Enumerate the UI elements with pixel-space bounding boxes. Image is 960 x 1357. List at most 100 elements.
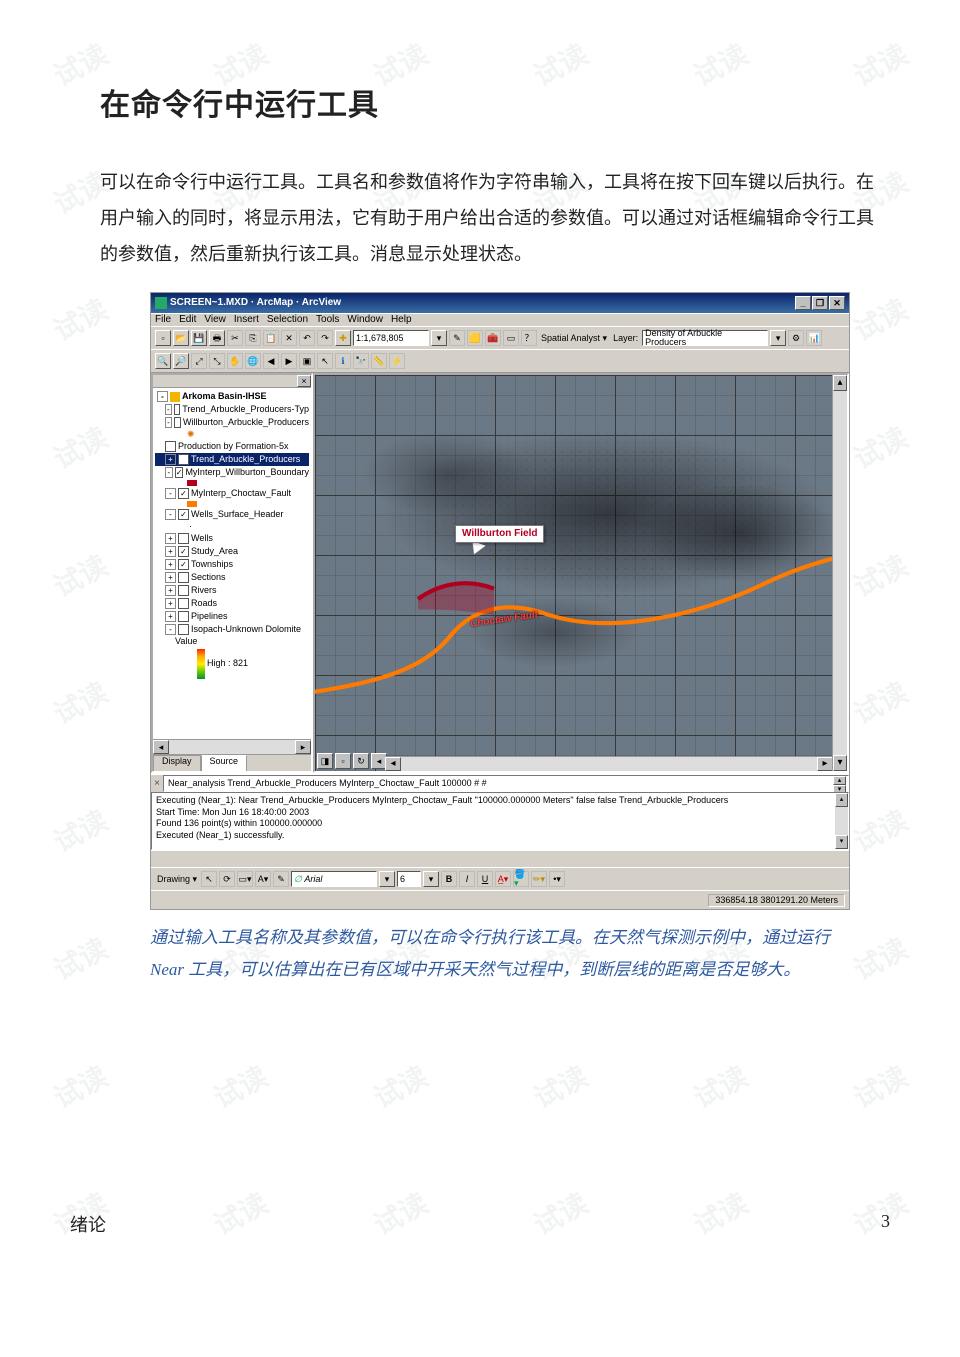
line-color-icon[interactable]: ✏▾ xyxy=(531,871,547,887)
measure-icon[interactable]: 📏 xyxy=(371,353,387,369)
menu-window[interactable]: Window xyxy=(347,315,383,325)
toc-layer-item[interactable] xyxy=(155,479,309,487)
underline-icon[interactable]: U xyxy=(477,871,493,887)
toc-layer-item[interactable]: -✓MyInterp_Choctaw_Fault xyxy=(155,487,309,500)
spatial-analyst-menu[interactable]: Spatial Analyst ▾ xyxy=(539,334,609,343)
scroll-right-icon[interactable]: ▸ xyxy=(295,740,311,754)
toc-layer-item[interactable]: Value xyxy=(155,636,309,647)
minimize-button[interactable]: _ xyxy=(795,296,811,310)
select-elements-icon[interactable]: ↖ xyxy=(201,871,217,887)
layer-checkbox[interactable]: ✓ xyxy=(178,546,189,557)
toc-layer-item[interactable]: High : 821 xyxy=(155,647,309,680)
menu-tools[interactable]: Tools xyxy=(316,315,339,325)
minus-icon[interactable]: - xyxy=(165,624,176,635)
plus-icon[interactable]: + xyxy=(165,572,176,583)
toc-layer-item[interactable]: +Trend_Arbuckle_Producers xyxy=(155,453,309,466)
close-button[interactable]: ✕ xyxy=(829,296,845,310)
map-hscroll[interactable]: ◂ ▸ xyxy=(385,756,833,771)
font-field[interactable]: ∅ Arial xyxy=(291,871,377,887)
map-vscroll[interactable]: ▴ ▾ xyxy=(832,375,847,771)
copy-icon[interactable]: ⎘ xyxy=(245,330,261,346)
scroll-down-icon[interactable]: ▾ xyxy=(833,755,847,771)
log-vscroll[interactable]: ▴▾ xyxy=(835,793,848,849)
scroll-left-icon[interactable]: ◂ xyxy=(385,757,401,771)
arccatalog-icon[interactable]: 🟨 xyxy=(467,330,483,346)
fixed-zoom-out-icon[interactable]: ⤡ xyxy=(209,353,225,369)
cut-icon[interactable]: ✂ xyxy=(227,330,243,346)
layer-checkbox[interactable]: ✓ xyxy=(178,559,189,570)
toc-layer-item[interactable]: -Trend_Arbuckle_Producers-Typ xyxy=(155,403,309,416)
layer-checkbox[interactable]: ✓ xyxy=(178,488,189,499)
minus-icon[interactable]: - xyxy=(165,404,172,415)
minus-icon[interactable]: - xyxy=(165,509,176,520)
save-icon[interactable]: 💾 xyxy=(191,330,207,346)
arctoolbox-icon[interactable]: 🧰 xyxy=(485,330,501,346)
scale-dropdown-icon[interactable]: ▾ xyxy=(431,330,447,346)
command-line-input[interactable]: Near_analysis Trend_Arbuckle_Producers M… xyxy=(163,775,849,792)
cmdline-icon[interactable]: ▭ xyxy=(503,330,519,346)
layer-checkbox[interactable]: ✓ xyxy=(178,509,189,520)
full-extent-icon[interactable]: 🌐 xyxy=(245,353,261,369)
shape-menu-icon[interactable]: ▭▾ xyxy=(237,871,253,887)
marker-color-icon[interactable]: •▾ xyxy=(549,871,565,887)
sa-options-icon[interactable]: ⚙ xyxy=(788,330,804,346)
toc-hscroll[interactable]: ◂ ▸ xyxy=(153,739,311,754)
plus-icon[interactable]: + xyxy=(165,598,176,609)
toc-layer-item[interactable]: -✓Wells_Surface_Header xyxy=(155,508,309,521)
text-tool-icon[interactable]: A▾ xyxy=(255,871,271,887)
toc-layer-item[interactable]: +✓Townships xyxy=(155,558,309,571)
whatsthis-icon[interactable]: ？ xyxy=(521,330,537,346)
hyperlink-icon[interactable]: ⚡ xyxy=(389,353,405,369)
select-elements-icon[interactable]: ↖ xyxy=(317,353,333,369)
sa-histogram-icon[interactable]: 📊 xyxy=(806,330,822,346)
layer-dropdown-icon[interactable]: ▾ xyxy=(770,330,786,346)
fixed-zoom-in-icon[interactable]: ⤢ xyxy=(191,353,207,369)
plus-icon[interactable]: + xyxy=(165,559,176,570)
delete-icon[interactable]: ✕ xyxy=(281,330,297,346)
menu-file[interactable]: File xyxy=(155,315,171,325)
open-icon[interactable]: 📂 xyxy=(173,330,189,346)
scroll-up-icon[interactable]: ▴ xyxy=(833,375,847,391)
italic-icon[interactable]: I xyxy=(459,871,475,887)
font-color-icon[interactable]: A̲▾ xyxy=(495,871,511,887)
menu-insert[interactable]: Insert xyxy=(234,315,259,325)
toc-layer-item[interactable]: +Sections xyxy=(155,571,309,584)
drawing-menu[interactable]: Drawing ▾ xyxy=(155,875,199,884)
new-icon[interactable]: ▫ xyxy=(155,330,171,346)
rotate-icon[interactable]: ⟳ xyxy=(219,871,235,887)
plus-icon[interactable]: + xyxy=(165,611,176,622)
redo-icon[interactable]: ↷ xyxy=(317,330,333,346)
menu-selection[interactable]: Selection xyxy=(267,315,308,325)
toc-layer-item[interactable] xyxy=(155,500,309,508)
toc-close-icon[interactable]: × xyxy=(297,375,311,387)
toc-tab-source[interactable]: Source xyxy=(201,755,248,771)
layer-checkbox[interactable] xyxy=(178,572,189,583)
zoom-out-icon[interactable]: 🔎 xyxy=(173,353,189,369)
toc-layer-item[interactable]: +Rivers xyxy=(155,584,309,597)
layout-view-icon[interactable]: ▫ xyxy=(335,753,351,769)
paste-icon[interactable]: 📋 xyxy=(263,330,279,346)
toc-tab-display[interactable]: Display xyxy=(153,755,201,771)
scale-field[interactable]: 1:1,678,805 xyxy=(353,330,429,346)
minus-icon[interactable]: - xyxy=(165,488,176,499)
size-dropdown-icon[interactable]: ▾ xyxy=(423,871,439,887)
fill-color-icon[interactable]: 🪣▾ xyxy=(513,871,529,887)
bold-icon[interactable]: B xyxy=(441,871,457,887)
back-icon[interactable]: ◀ xyxy=(263,353,279,369)
data-view-icon[interactable]: ◨ xyxy=(317,753,333,769)
layer-field[interactable]: Density of Arbuckle Producers xyxy=(642,330,768,346)
plus-icon[interactable]: + xyxy=(165,585,176,596)
dataframe-header[interactable]: - Arkoma Basin-IHSE xyxy=(155,390,309,403)
layer-checkbox[interactable] xyxy=(178,533,189,544)
print-icon[interactable]: 🖶 xyxy=(209,330,225,346)
menu-help[interactable]: Help xyxy=(391,315,412,325)
layer-checkbox[interactable] xyxy=(165,441,176,452)
scroll-right-icon[interactable]: ▸ xyxy=(817,757,833,771)
zoom-in-icon[interactable]: 🔍 xyxy=(155,353,171,369)
find-icon[interactable]: 🔭 xyxy=(353,353,369,369)
toc-layer-item[interactable]: -Isopach-Unknown Dolomite xyxy=(155,623,309,636)
plus-icon[interactable]: + xyxy=(165,546,176,557)
toc-layer-item[interactable]: -✓MyInterp_Willburton_Boundary xyxy=(155,466,309,479)
forward-icon[interactable]: ▶ xyxy=(281,353,297,369)
layer-checkbox[interactable]: ✓ xyxy=(175,467,184,478)
